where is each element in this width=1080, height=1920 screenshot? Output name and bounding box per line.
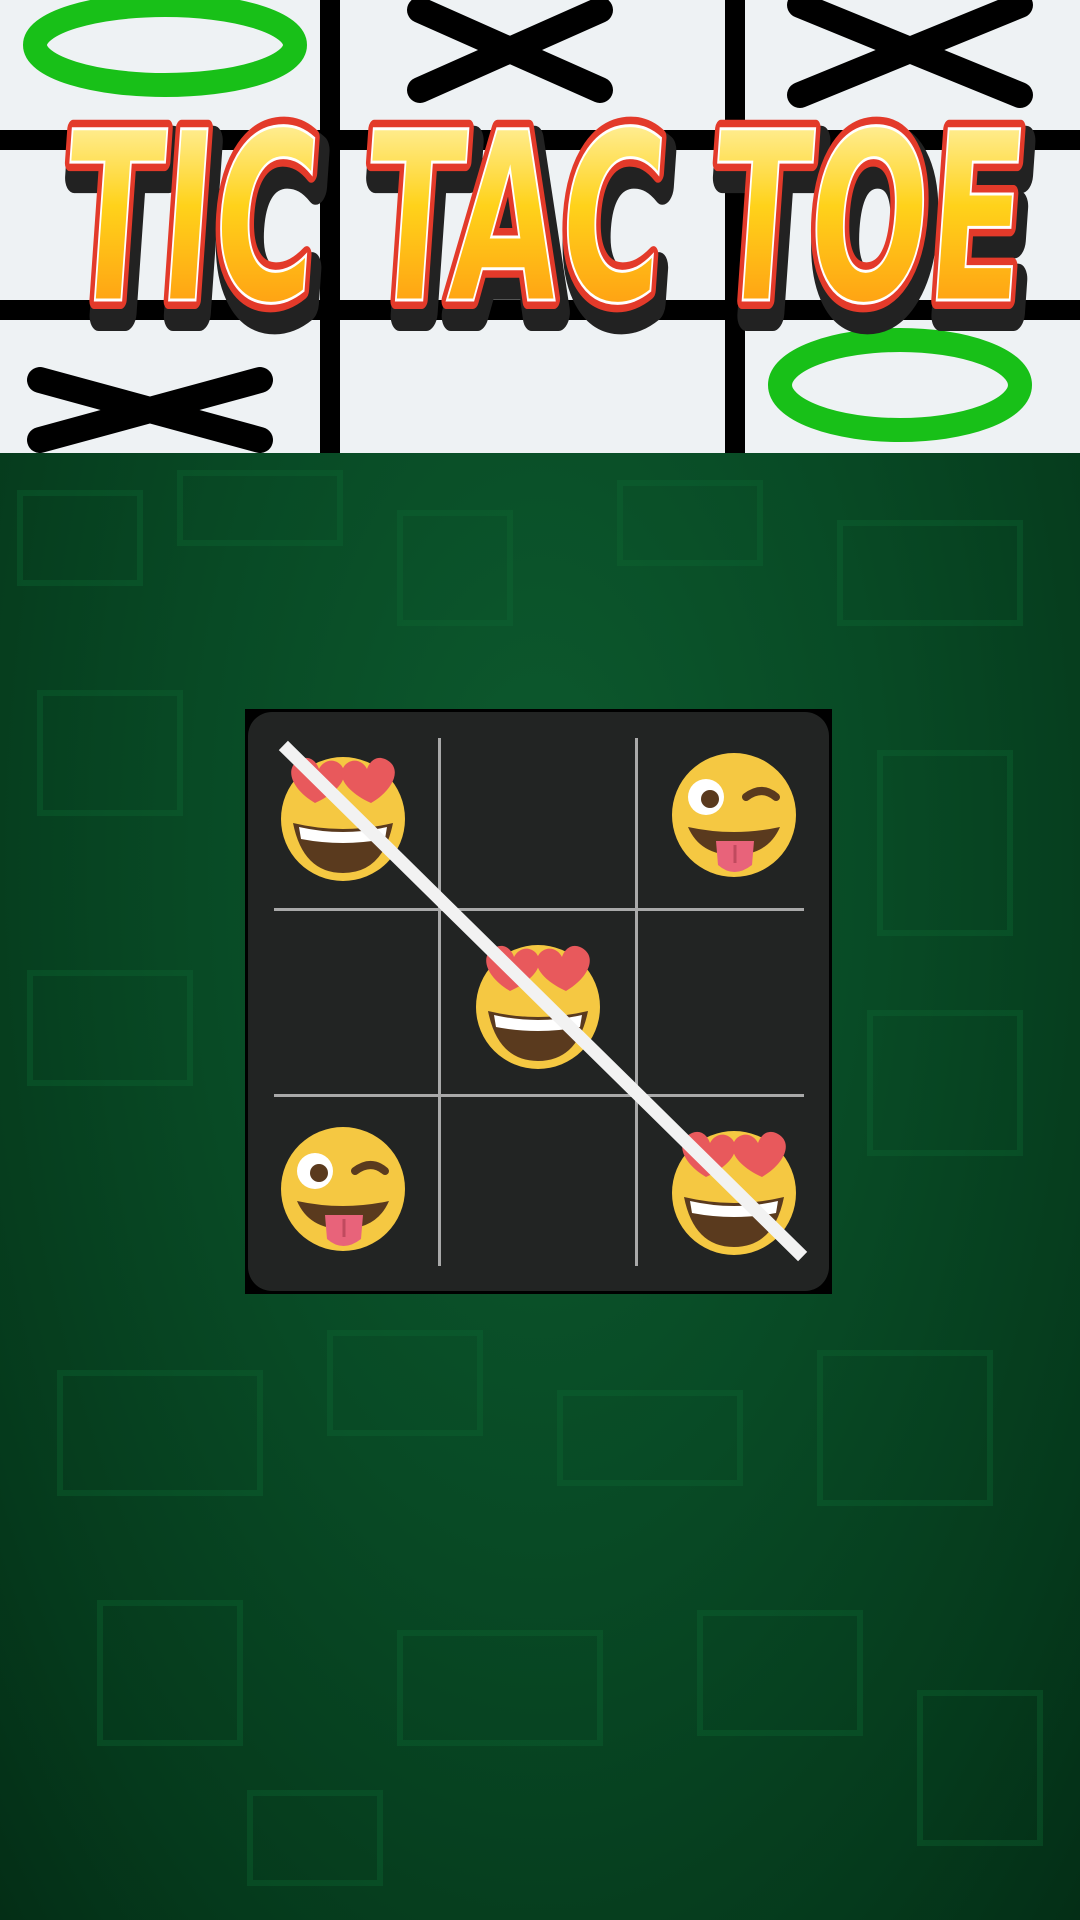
- wink-tongue-emoji-icon: [281, 1127, 405, 1251]
- board-cell-r2-c2[interactable]: [441, 911, 635, 1094]
- board-cell-r2-c1[interactable]: [248, 911, 438, 1094]
- title-text: TIC TAC TOE: [56, 83, 1035, 356]
- board-cell-r3-c1[interactable]: [248, 1097, 438, 1281]
- board-surface: [248, 712, 829, 1291]
- board-cell-r2-c3[interactable]: [638, 911, 829, 1094]
- title-banner: TIC TAC TOE TIC TAC TOE TIC TAC TOE: [0, 0, 1080, 453]
- board-cell-r3-c2[interactable]: [441, 1097, 635, 1281]
- heart-eyes-emoji-icon: [476, 944, 600, 1069]
- board-cell-r1-c2[interactable]: [441, 722, 635, 908]
- board-cell-r1-c1[interactable]: [248, 722, 438, 908]
- wink-tongue-emoji-icon: [671, 753, 796, 877]
- board-cell-r1-c3[interactable]: [638, 722, 829, 908]
- game-screen: TIC TAC TOE TIC TAC TOE TIC TAC TOE: [0, 0, 1080, 1920]
- board-cell-r3-c3[interactable]: [638, 1097, 829, 1281]
- heart-eyes-emoji-icon: [671, 1131, 796, 1255]
- title-banner-art: TIC TAC TOE TIC TAC TOE TIC TAC TOE: [0, 0, 1080, 453]
- heart-eyes-emoji-icon: [281, 757, 405, 881]
- game-board: [245, 709, 832, 1294]
